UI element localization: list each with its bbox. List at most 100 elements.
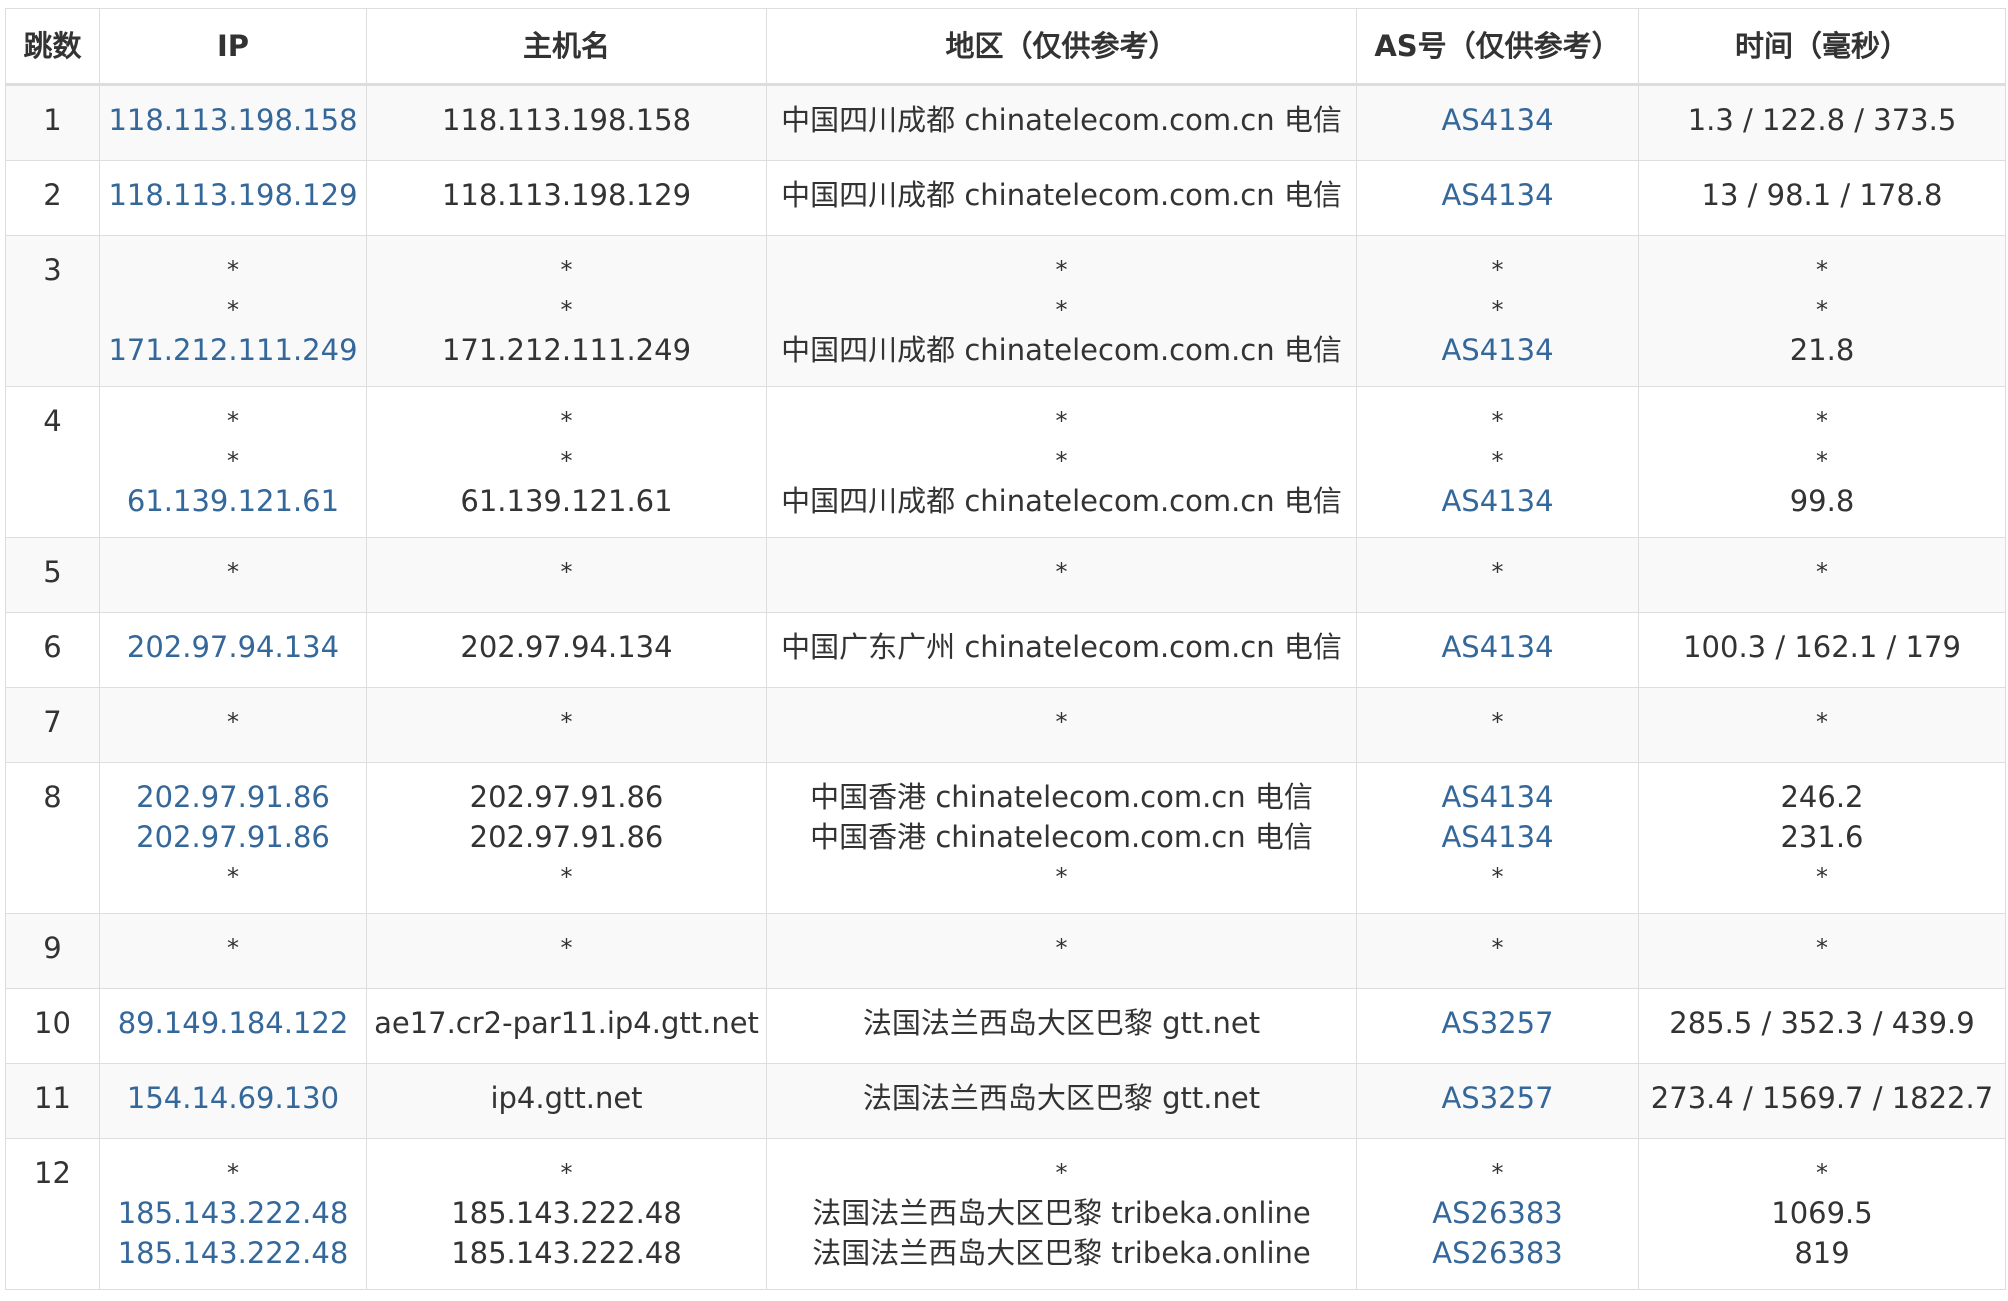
region-text: 法国法兰西岛大区巴黎 tribeka.online bbox=[812, 1196, 1311, 1230]
no-response-marker: * bbox=[1055, 934, 1068, 962]
asn-cell: AS4134 bbox=[1356, 160, 1639, 236]
no-response-marker: * bbox=[1816, 863, 1828, 891]
ip-link[interactable]: 202.97.91.86 bbox=[100, 777, 366, 817]
region-cell: 中国四川成都 chinatelecom.com.cn 电信 bbox=[766, 160, 1357, 236]
ip-link[interactable]: 185.143.222.48 bbox=[100, 1193, 366, 1233]
table-row: 5 * * * * * bbox=[5, 537, 2006, 613]
header-hostname: 主机名 bbox=[366, 8, 767, 86]
hostname-cell: * bbox=[366, 913, 767, 989]
no-response-marker: * bbox=[227, 558, 239, 586]
asn-cell: AS3257 bbox=[1356, 988, 1639, 1064]
no-response-marker: * bbox=[1816, 934, 1828, 962]
no-response-marker: * bbox=[560, 934, 573, 962]
hostname-cell: * bbox=[366, 537, 767, 613]
hostname-cell: * 185.143.222.48 185.143.222.48 bbox=[366, 1138, 767, 1290]
ip-link[interactable]: 61.139.121.61 bbox=[100, 481, 366, 521]
no-response-marker: * bbox=[1491, 296, 1504, 324]
no-response-marker: * bbox=[560, 256, 573, 284]
region-text: 中国四川成都 chinatelecom.com.cn 电信 bbox=[781, 178, 1342, 212]
ip-cell: 202.97.91.86 202.97.91.86 * bbox=[99, 762, 367, 914]
no-response-marker: * bbox=[1816, 296, 1828, 324]
time-text: 285.5 / 352.3 / 439.9 bbox=[1669, 1006, 1975, 1040]
no-response-marker: * bbox=[1055, 1159, 1068, 1187]
host-text: ip4.gtt.net bbox=[490, 1081, 643, 1115]
hostname-cell: * bbox=[366, 687, 767, 763]
host-text: 61.139.121.61 bbox=[460, 484, 673, 518]
no-response-marker: * bbox=[1055, 407, 1068, 435]
ip-link[interactable]: 171.212.111.249 bbox=[100, 330, 366, 370]
time-text: 13 / 98.1 / 178.8 bbox=[1701, 178, 1943, 212]
region-text: 中国香港 chinatelecom.com.cn 电信 bbox=[810, 820, 1313, 854]
no-response-marker: * bbox=[227, 256, 239, 284]
time-cell: 13 / 98.1 / 178.8 bbox=[1638, 160, 2006, 236]
host-text: 118.113.198.158 bbox=[441, 103, 692, 137]
asn-link[interactable]: AS4134 bbox=[1357, 777, 1638, 817]
ip-cell: * * 171.212.111.249 bbox=[99, 235, 367, 387]
asn-cell: * bbox=[1356, 537, 1639, 613]
header-asn: AS号（仅供参考） bbox=[1356, 8, 1639, 86]
asn-cell: AS4134 bbox=[1356, 612, 1639, 688]
table-row: 9 * * * * * bbox=[5, 913, 2006, 989]
hop-cell: 12 bbox=[5, 1138, 100, 1290]
hop-cell: 7 bbox=[5, 687, 100, 763]
region-text: 中国香港 chinatelecom.com.cn 电信 bbox=[810, 780, 1313, 814]
asn-link[interactable]: AS4134 bbox=[1357, 100, 1638, 140]
time-cell: * bbox=[1638, 913, 2006, 989]
asn-link[interactable]: AS26383 bbox=[1357, 1193, 1638, 1233]
asn-cell: AS3257 bbox=[1356, 1063, 1639, 1139]
hostname-cell: 202.97.94.134 bbox=[366, 612, 767, 688]
region-text: 中国广东广州 chinatelecom.com.cn 电信 bbox=[781, 630, 1342, 664]
no-response-marker: * bbox=[1491, 407, 1504, 435]
ip-cell: * bbox=[99, 913, 367, 989]
time-cell: 1.3 / 122.8 / 373.5 bbox=[1638, 84, 2006, 161]
ip-link[interactable]: 154.14.69.130 bbox=[100, 1078, 366, 1118]
ip-link[interactable]: 89.149.184.122 bbox=[100, 1003, 366, 1043]
asn-link[interactable]: AS26383 bbox=[1357, 1233, 1638, 1273]
hostname-cell: * * 61.139.121.61 bbox=[366, 386, 767, 538]
host-text: 202.97.91.86 bbox=[469, 820, 664, 854]
table-row: 4 * * 61.139.121.61 * * 61.139.121.61 * * 中国四川成都 … bbox=[5, 386, 2006, 538]
asn-cell: * bbox=[1356, 687, 1639, 763]
asn-link[interactable]: AS4134 bbox=[1357, 481, 1638, 521]
no-response-marker: * bbox=[227, 708, 239, 736]
asn-link[interactable]: AS3257 bbox=[1357, 1003, 1638, 1043]
table-row: 2 118.113.198.129 118.113.198.129 中国四川成都 ch… bbox=[5, 160, 2006, 236]
ip-link[interactable]: 118.113.198.158 bbox=[100, 100, 366, 140]
region-cell: * 法国法兰西岛大区巴黎 tribeka.online 法国法兰西岛大区巴黎 tri… bbox=[766, 1138, 1357, 1290]
hop-cell: 5 bbox=[5, 537, 100, 613]
table-row: 7 * * * * * bbox=[5, 687, 2006, 763]
ip-link[interactable]: 202.97.91.86 bbox=[100, 817, 366, 857]
ip-link[interactable]: 118.113.198.129 bbox=[100, 175, 366, 215]
region-cell: 中国广东广州 chinatelecom.com.cn 电信 bbox=[766, 612, 1357, 688]
time-cell: * * 99.8 bbox=[1638, 386, 2006, 538]
host-text: 185.143.222.48 bbox=[451, 1196, 682, 1230]
time-text: 1.3 / 122.8 / 373.5 bbox=[1687, 103, 1957, 137]
asn-link[interactable]: AS3257 bbox=[1357, 1078, 1638, 1118]
asn-cell: AS4134 AS4134 * bbox=[1356, 762, 1639, 914]
asn-cell: * AS26383 AS26383 bbox=[1356, 1138, 1639, 1290]
asn-link[interactable]: AS4134 bbox=[1357, 627, 1638, 667]
no-response-marker: * bbox=[227, 934, 239, 962]
region-text: 法国法兰西岛大区巴黎 gtt.net bbox=[862, 1006, 1261, 1040]
hop-cell: 8 bbox=[5, 762, 100, 914]
time-cell: 273.4 / 1569.7 / 1822.7 bbox=[1638, 1063, 2006, 1139]
no-response-marker: * bbox=[1491, 558, 1504, 586]
no-response-marker: * bbox=[560, 558, 573, 586]
asn-link[interactable]: AS4134 bbox=[1357, 817, 1638, 857]
host-text: 185.143.222.48 bbox=[451, 1236, 682, 1270]
no-response-marker: * bbox=[1491, 447, 1504, 475]
ip-link[interactable]: 185.143.222.48 bbox=[100, 1233, 366, 1273]
ip-cell: * * 61.139.121.61 bbox=[99, 386, 367, 538]
ip-link[interactable]: 202.97.94.134 bbox=[100, 627, 366, 667]
asn-link[interactable]: AS4134 bbox=[1357, 330, 1638, 370]
region-text: 中国四川成都 chinatelecom.com.cn 电信 bbox=[781, 333, 1342, 367]
region-text: 中国四川成都 chinatelecom.com.cn 电信 bbox=[781, 103, 1342, 137]
no-response-marker: * bbox=[560, 708, 573, 736]
header-region: 地区（仅供参考） bbox=[766, 8, 1357, 86]
no-response-marker: * bbox=[1816, 558, 1828, 586]
asn-link[interactable]: AS4134 bbox=[1357, 175, 1638, 215]
hop-cell: 11 bbox=[5, 1063, 100, 1139]
hop-cell: 10 bbox=[5, 988, 100, 1064]
asn-cell: * * AS4134 bbox=[1356, 235, 1639, 387]
host-text: 202.97.91.86 bbox=[469, 780, 664, 814]
